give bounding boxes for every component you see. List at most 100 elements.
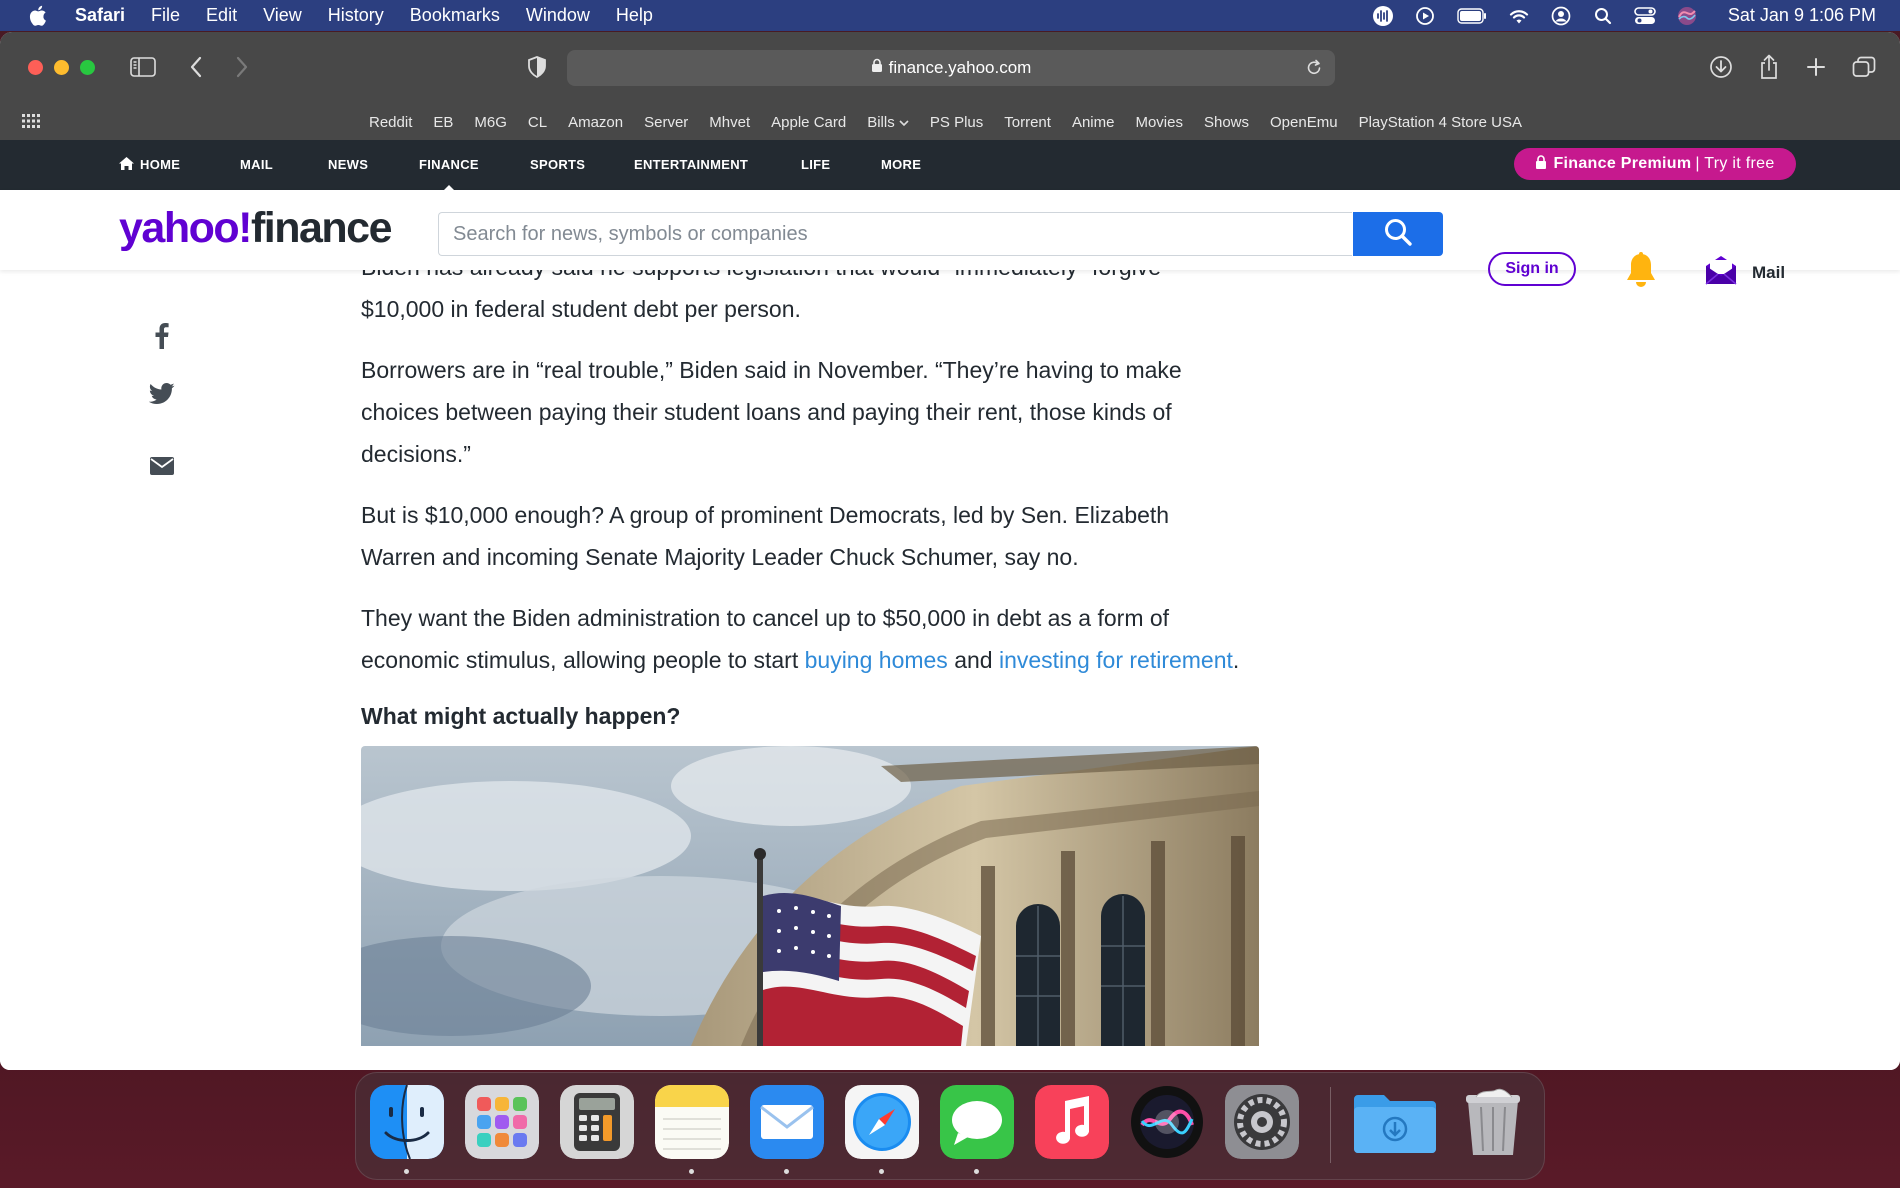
premium-trial-label: | Try it free bbox=[1695, 155, 1775, 172]
favorite-torrent[interactable]: Torrent bbox=[1004, 114, 1051, 131]
share-icon[interactable] bbox=[1754, 52, 1784, 82]
nav-more[interactable]: MORE bbox=[881, 157, 921, 172]
macos-dock bbox=[355, 1072, 1545, 1180]
calculator-icon[interactable] bbox=[560, 1085, 634, 1159]
battery-icon[interactable] bbox=[1456, 5, 1488, 27]
menubar-clock[interactable]: Sat Jan 9 1:06 PM bbox=[1728, 5, 1876, 26]
article-paragraph: They want the Biden administration to ca… bbox=[361, 597, 1241, 681]
menu-history[interactable]: History bbox=[328, 5, 384, 26]
favorite-anime[interactable]: Anime bbox=[1072, 114, 1115, 131]
control-center-icon[interactable] bbox=[1634, 5, 1656, 27]
audio-waveform-icon[interactable] bbox=[1372, 5, 1394, 27]
search-icon bbox=[1383, 217, 1413, 252]
new-tab-icon[interactable] bbox=[1801, 52, 1831, 82]
favorite-m6g[interactable]: M6G bbox=[474, 114, 507, 131]
siri-menubar-icon[interactable] bbox=[1676, 5, 1698, 27]
nav-mail[interactable]: MAIL bbox=[240, 157, 273, 172]
favorite-bills-folder[interactable]: Bills bbox=[867, 114, 909, 131]
finder-icon[interactable] bbox=[370, 1085, 444, 1159]
music-icon[interactable] bbox=[1035, 1085, 1109, 1159]
nav-home-label: HOME bbox=[140, 157, 181, 172]
menu-window[interactable]: Window bbox=[526, 5, 590, 26]
article-paragraph: Biden has already said he supports legis… bbox=[361, 270, 1241, 330]
favorite-shows[interactable]: Shows bbox=[1204, 114, 1249, 131]
window-zoom-button[interactable] bbox=[80, 60, 95, 75]
nav-home[interactable]: HOME bbox=[119, 157, 180, 172]
launchpad-icon[interactable] bbox=[465, 1085, 539, 1159]
window-close-button[interactable] bbox=[28, 60, 43, 75]
url-text: finance.yahoo.com bbox=[888, 58, 1032, 77]
favorite-reddit[interactable]: Reddit bbox=[369, 114, 412, 131]
favorite-movies[interactable]: Movies bbox=[1135, 114, 1183, 131]
article-paragraph: Borrowers are in “real trouble,” Biden s… bbox=[361, 357, 1182, 467]
forward-icon[interactable] bbox=[227, 52, 257, 82]
search-button[interactable] bbox=[1353, 212, 1443, 256]
downloads-icon[interactable] bbox=[1706, 52, 1736, 82]
favorites-grid-icon[interactable] bbox=[22, 114, 40, 130]
yahoo-finance-logo[interactable]: yahoo!finance bbox=[119, 204, 393, 253]
article-subheading: What might actually happen? bbox=[361, 703, 681, 729]
article-paragraph: But is $10,000 enough? A group of promin… bbox=[361, 502, 1170, 570]
favorite-playstation-store[interactable]: PlayStation 4 Store USA bbox=[1359, 114, 1522, 131]
favorite-server[interactable]: Server bbox=[644, 114, 688, 131]
twitter-share-icon[interactable] bbox=[148, 380, 176, 408]
buying-homes-link[interactable]: buying homes bbox=[805, 647, 948, 673]
running-indicator bbox=[689, 1169, 694, 1174]
notifications-bell-icon[interactable] bbox=[1624, 252, 1658, 295]
yahoo-finance-header: yahoo!finance Sign in Mail bbox=[0, 190, 1900, 287]
nav-sports[interactable]: SPORTS bbox=[530, 157, 585, 172]
privacy-shield-icon[interactable] bbox=[522, 52, 552, 82]
finance-premium-button[interactable]: Finance Premium | Try it free bbox=[1514, 148, 1796, 180]
article-partial-line: Biden has already said he supports legis… bbox=[361, 270, 1161, 280]
logo-yahoo: yahoo! bbox=[119, 204, 252, 252]
tab-overview-icon[interactable] bbox=[1849, 52, 1879, 82]
wifi-icon[interactable] bbox=[1508, 5, 1530, 27]
messages-icon[interactable] bbox=[940, 1085, 1014, 1159]
reload-icon[interactable] bbox=[1303, 57, 1325, 79]
favorite-amazon[interactable]: Amazon bbox=[568, 114, 623, 131]
notes-icon[interactable] bbox=[655, 1085, 729, 1159]
running-indicator bbox=[879, 1169, 884, 1174]
favorite-mhvet[interactable]: Mhvet bbox=[709, 114, 750, 131]
nav-entertainment[interactable]: ENTERTAINMENT bbox=[634, 157, 748, 172]
nav-finance[interactable]: FINANCE bbox=[419, 157, 479, 192]
favorite-eb[interactable]: EB bbox=[433, 114, 453, 131]
nav-news[interactable]: NEWS bbox=[328, 157, 368, 172]
safari-icon[interactable] bbox=[845, 1085, 919, 1159]
window-minimize-button[interactable] bbox=[54, 60, 69, 75]
menu-file[interactable]: File bbox=[151, 5, 180, 26]
investing-for-retirement-link[interactable]: investing for retirement bbox=[999, 647, 1233, 673]
back-icon[interactable] bbox=[181, 52, 211, 82]
system-preferences-icon[interactable] bbox=[1225, 1085, 1299, 1159]
sidebar-toggle-icon[interactable] bbox=[128, 52, 158, 82]
mail-icon[interactable] bbox=[750, 1085, 824, 1159]
safari-window: finance.yahoo.com Reddit EB M6G CL Amazo… bbox=[0, 32, 1900, 1070]
search-input[interactable] bbox=[438, 212, 1352, 256]
menu-app-name[interactable]: Safari bbox=[75, 5, 125, 26]
favorite-openemu[interactable]: OpenEmu bbox=[1270, 114, 1338, 131]
menu-bookmarks[interactable]: Bookmarks bbox=[410, 5, 500, 26]
sign-in-button[interactable]: Sign in bbox=[1488, 252, 1576, 286]
facebook-share-icon[interactable] bbox=[148, 322, 176, 350]
menu-edit[interactable]: Edit bbox=[206, 5, 237, 26]
spotlight-search-icon[interactable] bbox=[1592, 5, 1614, 27]
trash-icon[interactable] bbox=[1456, 1085, 1530, 1159]
favorite-apple-card[interactable]: Apple Card bbox=[771, 114, 846, 131]
menu-help[interactable]: Help bbox=[616, 5, 653, 26]
menu-view[interactable]: View bbox=[263, 5, 302, 26]
email-share-icon[interactable] bbox=[148, 452, 176, 480]
downloads-folder-icon[interactable] bbox=[1350, 1085, 1440, 1159]
favorite-cl[interactable]: CL bbox=[528, 114, 547, 131]
address-bar[interactable]: finance.yahoo.com bbox=[567, 50, 1335, 86]
siri-icon[interactable] bbox=[1130, 1085, 1204, 1159]
user-account-icon[interactable] bbox=[1550, 5, 1572, 27]
article-line-end: $10,000 in federal student debt per pers… bbox=[361, 296, 801, 322]
favorite-ps-plus[interactable]: PS Plus bbox=[930, 114, 983, 131]
favorites-bar: Reddit EB M6G CL Amazon Server Mhvet App… bbox=[0, 104, 1900, 140]
apple-menu-icon[interactable] bbox=[28, 5, 48, 27]
running-indicator bbox=[974, 1169, 979, 1174]
now-playing-icon[interactable] bbox=[1414, 5, 1436, 27]
article-content-area: Biden has already said he supports legis… bbox=[0, 270, 1900, 1070]
header-mail-link[interactable]: Mail bbox=[1704, 254, 1785, 291]
nav-life[interactable]: LIFE bbox=[801, 157, 830, 172]
